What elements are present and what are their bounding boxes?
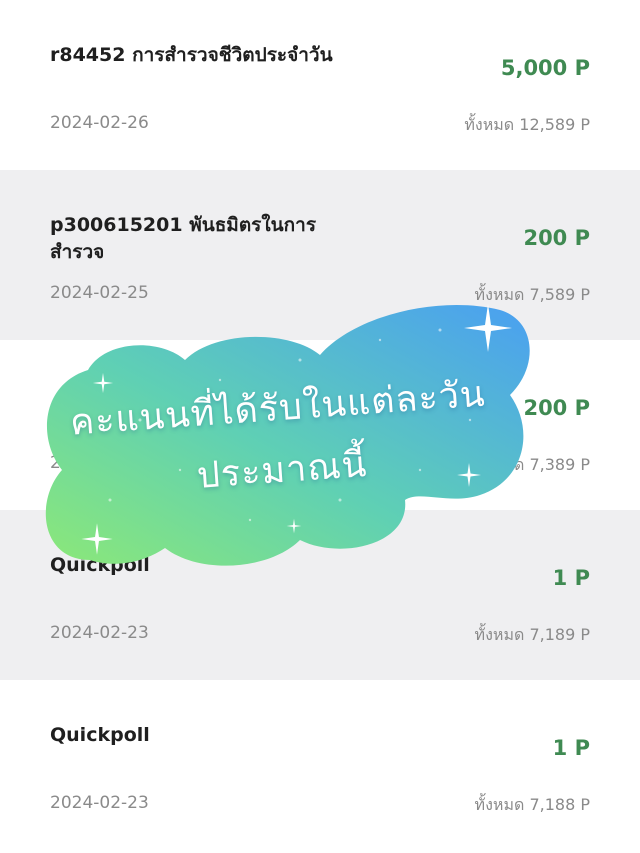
transaction-title: r84452 การสำรวจชีวิตประจำวัน	[50, 44, 333, 66]
transaction-date: 2024-02-25	[50, 283, 149, 303]
transaction-amount: 200 P	[523, 396, 590, 420]
transaction-date: 2024-02-24	[50, 453, 149, 473]
transaction-amount: 1 P	[552, 566, 590, 590]
transaction-amount: 5,000 P	[500, 56, 590, 80]
running-total: ทั้งหมด 12,589 P	[464, 115, 590, 134]
running-total: ทั้งหมด 7,188 P	[474, 795, 590, 814]
transaction-row[interactable]: p300615201 พันธมิตรในการสำรวจ 200 P 2024…	[0, 170, 640, 340]
transaction-title: p300615201 พันธมิตรในการสำรวจ	[50, 214, 317, 263]
transaction-amount: 1 P	[552, 736, 590, 760]
transaction-title: Quickpoll	[50, 724, 150, 746]
transaction-date: 2024-02-26	[50, 113, 149, 133]
transaction-row[interactable]: Quickpoll 1 P 2024-02-23 ทั้งหมด 7,189 P	[0, 510, 640, 680]
running-total: ทั้งหมด 7,389 P	[474, 455, 590, 474]
transaction-date: 2024-02-23	[50, 623, 149, 643]
running-total: ทั้งหมด 7,189 P	[474, 625, 590, 644]
transaction-amount: 200 P	[523, 226, 590, 250]
transaction-row[interactable]: Quickpoll 1 P 2024-02-23 ทั้งหมด 7,188 P	[0, 680, 640, 850]
transaction-row[interactable]: r84452 การสำรวจชีวิตประจำวัน 5,000 P 202…	[0, 0, 640, 170]
transaction-title: Quickpoll	[50, 554, 150, 576]
transaction-row[interactable]: 200 P 2024-02-24 ทั้งหมด 7,389 P	[0, 340, 640, 510]
transaction-date: 2024-02-23	[50, 793, 149, 813]
running-total: ทั้งหมด 7,589 P	[474, 285, 590, 304]
